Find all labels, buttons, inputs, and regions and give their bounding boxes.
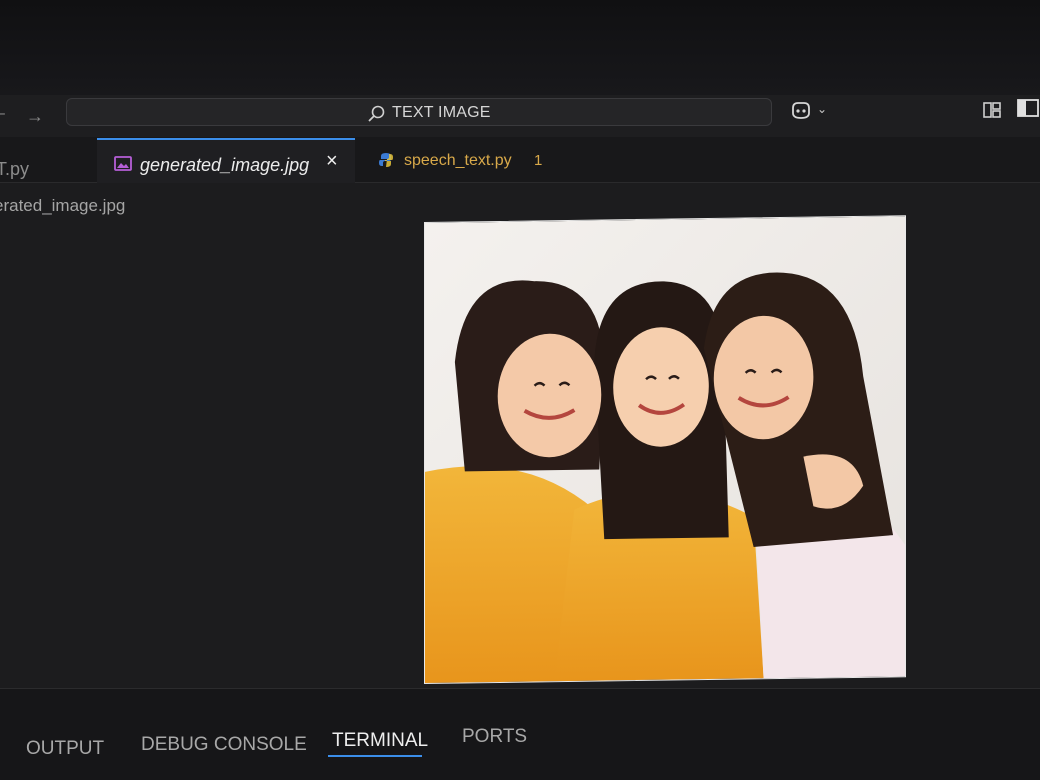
breadcrumb[interactable]: erated_image.jpg xyxy=(0,196,125,216)
arrow-right-icon[interactable]: → xyxy=(26,107,48,125)
copilot-icon[interactable] xyxy=(790,100,812,120)
tab-active-label: generated_image.jpg xyxy=(140,155,310,175)
image-preview xyxy=(424,215,906,684)
close-icon[interactable]: × xyxy=(326,150,338,173)
python-icon xyxy=(379,153,393,167)
problem-count-badge: 1 xyxy=(534,152,543,169)
command-center-label: TEXT IMAGE xyxy=(392,104,491,121)
search-icon xyxy=(368,105,385,122)
screen-bezel xyxy=(0,0,1040,95)
arrow-left-icon[interactable]: – xyxy=(0,106,12,122)
active-tab-indicator xyxy=(328,755,422,757)
layout-icon[interactable] xyxy=(982,101,1002,119)
panel-tab-ports[interactable]: PORTS xyxy=(462,726,527,748)
image-file-icon xyxy=(114,156,132,171)
tab-partial-label: T.py xyxy=(0,159,30,179)
sidebar-toggle-icon[interactable] xyxy=(1016,98,1040,118)
panel-tab-output[interactable]: OUTPUT xyxy=(26,738,104,760)
panel-tab-terminal[interactable]: TERMINAL xyxy=(332,730,428,752)
chevron-down-icon[interactable]: ⌄ xyxy=(817,102,827,116)
tab-inactive-label: speech_text.py xyxy=(404,152,512,169)
panel-tab-debug-console[interactable]: DEBUG CONSOLE xyxy=(141,734,307,756)
